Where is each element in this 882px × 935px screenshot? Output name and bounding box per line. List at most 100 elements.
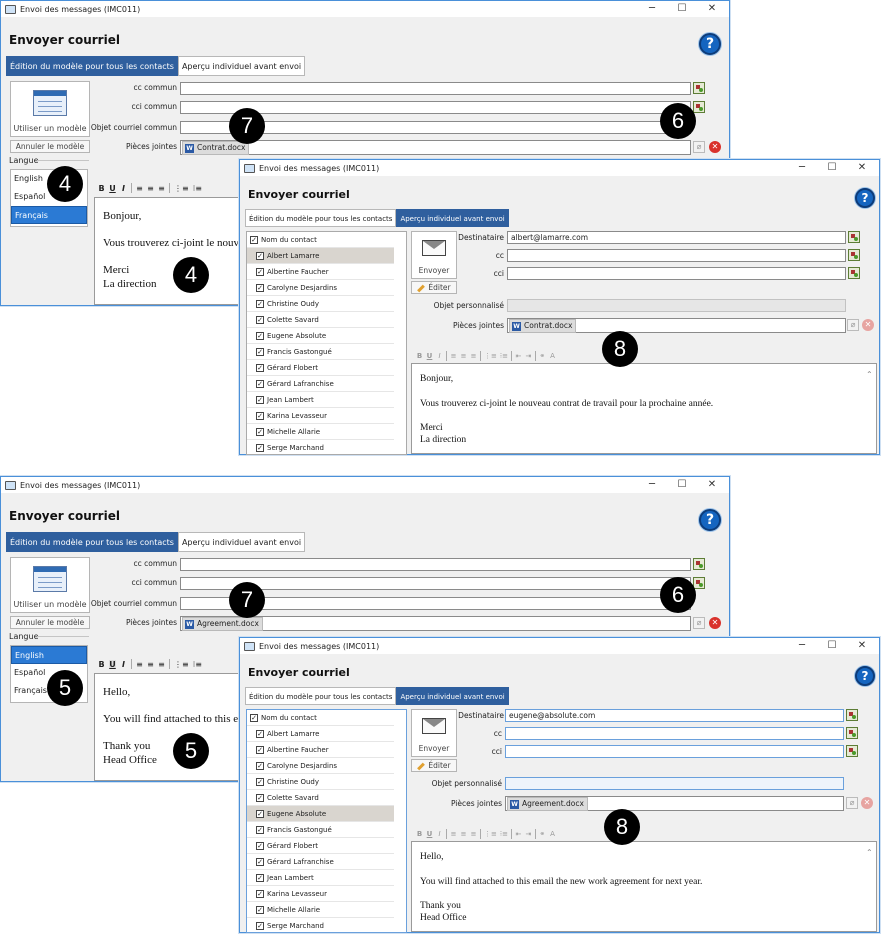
paperclip-icon[interactable]: ⌀ — [847, 319, 859, 331]
contact-row[interactable]: ✓ Francis Gastongué — [247, 344, 394, 360]
bulleted-list-button[interactable]: ⁝≡ — [193, 660, 202, 669]
use-template-button[interactable]: Utiliser un modèle — [10, 557, 90, 613]
contact-row[interactable]: ✓ Jean Lambert — [247, 392, 394, 408]
bcc-input[interactable] — [505, 745, 844, 758]
cc-input[interactable] — [507, 249, 846, 262]
contact-row[interactable]: ✓ Gérard Lafranchise — [247, 854, 394, 870]
numbered-list-button[interactable]: ⋮≡ — [484, 352, 497, 360]
paperclip-icon[interactable]: ⌀ — [846, 797, 858, 809]
close-button[interactable]: ✕ — [697, 1, 727, 17]
contact-row[interactable]: ✓ Carolyne Desjardins — [247, 280, 394, 296]
minimize-button[interactable]: ─ — [787, 638, 817, 654]
attachment-chip[interactable]: W Contrat.docx — [509, 319, 577, 333]
address-book-icon[interactable] — [846, 745, 858, 757]
address-book-icon[interactable] — [846, 709, 858, 721]
contact-checkbox[interactable]: ✓ — [256, 858, 264, 866]
contact-row[interactable]: ✓ Eugene Absolute — [247, 328, 394, 344]
underline-button[interactable]: U — [109, 659, 116, 669]
remove-attachment-icon[interactable]: ✕ — [862, 319, 874, 331]
remove-attachment-icon[interactable]: ✕ — [861, 797, 873, 809]
tab-template-edit[interactable]: Édition du modèle pour tous les contacts — [245, 209, 397, 227]
remove-attachment-icon[interactable]: ✕ — [709, 141, 721, 153]
contact-row[interactable]: ✓ Albert Lamarre — [247, 248, 394, 264]
attachment-chip[interactable]: W Contrat.docx — [182, 141, 250, 155]
contact-row[interactable]: ✓ Gérard Flobert — [247, 838, 394, 854]
contact-checkbox[interactable]: ✓ — [256, 268, 264, 276]
contact-checkbox[interactable]: ✓ — [256, 922, 264, 930]
scroll-up-icon[interactable]: ⌃ — [866, 370, 874, 379]
address-book-icon[interactable] — [693, 577, 705, 589]
contact-row[interactable]: ✓ Karina Levasseur — [247, 408, 394, 424]
underline-button[interactable]: U — [426, 352, 433, 360]
select-all-checkbox[interactable]: ✓ — [250, 714, 258, 722]
select-all-checkbox[interactable]: ✓ — [250, 236, 258, 244]
align-center-button[interactable]: ≡ — [147, 184, 154, 193]
minimize-button[interactable]: ─ — [637, 1, 667, 17]
contact-row[interactable]: ✓ Eugene Absolute — [247, 806, 394, 822]
contact-checkbox[interactable]: ✓ — [256, 746, 264, 754]
underline-button[interactable]: U — [426, 830, 433, 838]
maximize-button[interactable]: ☐ — [817, 638, 847, 654]
personal-subject-input[interactable] — [507, 299, 846, 312]
clear-format-button[interactable]: A — [549, 830, 556, 838]
contact-checkbox[interactable]: ✓ — [256, 730, 264, 738]
maximize-button[interactable]: ☐ — [817, 160, 847, 176]
address-book-icon[interactable] — [848, 267, 860, 279]
contact-row[interactable]: ✓ Michelle Allarie — [247, 424, 394, 440]
personal-subject-input[interactable] — [505, 777, 844, 790]
maximize-button[interactable]: ☐ — [667, 477, 697, 493]
address-book-icon[interactable] — [846, 727, 858, 739]
contact-row[interactable]: ✓ Christine Oudy — [247, 296, 394, 312]
contact-checkbox[interactable]: ✓ — [256, 252, 264, 260]
contact-checkbox[interactable]: ✓ — [256, 762, 264, 770]
contact-checkbox[interactable]: ✓ — [256, 906, 264, 914]
cc-input[interactable] — [505, 727, 844, 740]
numbered-list-button[interactable]: ⋮≡ — [484, 830, 497, 838]
contact-checkbox[interactable]: ✓ — [256, 428, 264, 436]
contact-checkbox[interactable]: ✓ — [256, 826, 264, 834]
language-option-french[interactable]: Français — [11, 206, 87, 224]
italic-button[interactable]: I — [436, 352, 443, 360]
indent-button[interactable]: ⇥ — [525, 830, 532, 838]
close-button[interactable]: ✕ — [847, 160, 877, 176]
contact-checkbox[interactable]: ✓ — [256, 842, 264, 850]
help-icon[interactable]: ? — [855, 666, 875, 686]
contact-row[interactable]: ✓ Albertine Faucher — [247, 264, 394, 280]
contact-checkbox[interactable]: ✓ — [256, 332, 264, 340]
align-left-button[interactable]: ≡ — [136, 184, 143, 193]
contact-checkbox[interactable]: ✓ — [256, 396, 264, 404]
bold-button[interactable]: B — [98, 184, 105, 193]
contact-row[interactable]: ✓ Colette Savard — [247, 790, 394, 806]
help-icon[interactable]: ? — [855, 188, 875, 208]
contact-row[interactable]: ✓ Michelle Allarie — [247, 902, 394, 918]
clear-format-button[interactable]: A — [549, 352, 556, 360]
contact-list-header[interactable]: ✓ Nom du contact — [247, 710, 394, 726]
contact-checkbox[interactable]: ✓ — [256, 874, 264, 882]
contact-checkbox[interactable]: ✓ — [256, 444, 264, 452]
contact-checkbox[interactable]: ✓ — [256, 348, 264, 356]
contact-row[interactable]: ✓ Serge Marchand — [247, 440, 394, 454]
close-button[interactable]: ✕ — [697, 477, 727, 493]
align-right-button[interactable]: ≡ — [470, 352, 477, 360]
address-book-icon[interactable] — [693, 101, 705, 113]
preview-body-editor[interactable]: ⌃ Bonjour, Vous trouverez ci-joint le no… — [411, 363, 877, 454]
tab-template-edit[interactable]: Édition du modèle pour tous les contacts — [6, 532, 178, 552]
language-option-english[interactable]: English — [11, 646, 87, 664]
italic-button[interactable]: I — [120, 184, 127, 193]
tab-preview[interactable]: Aperçu individuel avant envoi — [177, 56, 306, 76]
paperclip-icon[interactable]: ⌀ — [693, 617, 705, 629]
address-book-icon[interactable] — [848, 231, 860, 243]
preview-body-editor[interactable]: ⌃ Hello, You will find attached to this … — [411, 841, 877, 932]
scroll-up-icon[interactable]: ⌃ — [866, 848, 874, 857]
recipient-input[interactable]: albert@lamarre.com — [507, 231, 846, 244]
cancel-template-button[interactable]: Annuler le modèle — [10, 140, 90, 153]
align-center-button[interactable]: ≡ — [147, 660, 154, 669]
use-template-button[interactable]: Utiliser un modèle — [10, 81, 90, 137]
cc-common-input[interactable] — [180, 558, 691, 571]
italic-button[interactable]: I — [120, 660, 127, 669]
contact-checkbox[interactable]: ✓ — [256, 890, 264, 898]
outdent-button[interactable]: ⇤ — [515, 830, 522, 838]
recipient-input[interactable]: eugene@absolute.com — [505, 709, 844, 722]
contact-row[interactable]: ✓ Gérard Flobert — [247, 360, 394, 376]
attachment-chip[interactable]: W Agreement.docx — [182, 617, 263, 631]
